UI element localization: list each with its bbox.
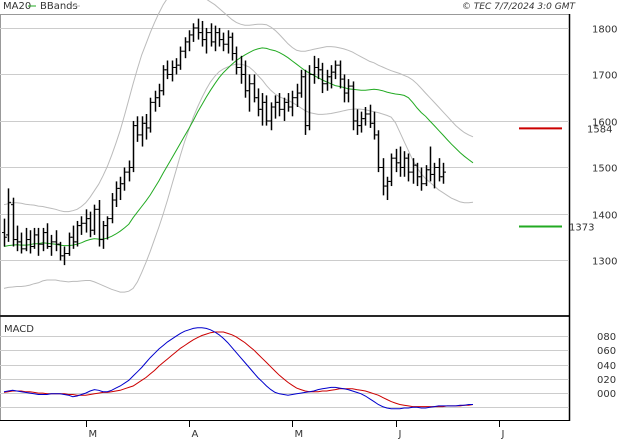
x-axis-month-label: J <box>501 429 505 440</box>
price-tick-label: 1400 <box>592 211 617 222</box>
support-level-label: 1373 <box>569 223 594 234</box>
price-panel-frame <box>0 14 570 316</box>
stock-chart: 130014001500160017001800 15841373 000020… <box>0 0 617 440</box>
macd-panel-title: MACD <box>4 324 34 335</box>
source-timestamp: © TEC 7/7/2024 3:0 GMT <box>462 2 577 12</box>
price-tick-label: 1800 <box>592 25 617 36</box>
x-axis-month-label: M <box>89 429 98 440</box>
macd-panel-frame <box>0 316 570 421</box>
legend-ma20: MA20 <box>3 1 31 12</box>
price-tick-label: 1700 <box>592 71 617 82</box>
x-axis-month-label: M <box>295 429 304 440</box>
price-tick-label: 1300 <box>592 257 617 268</box>
price-tick-label: 1500 <box>592 164 617 175</box>
macd-tick-label: 040 <box>597 361 616 372</box>
macd-tick-label: 020 <box>597 375 616 386</box>
macd-tick-label: 080 <box>597 332 616 343</box>
price-tick-labels: 130014001500160017001800 <box>592 25 617 268</box>
macd-tick-label: 000 <box>597 389 616 400</box>
macd-tick-labels: 000 020 040 060 080 <box>597 332 616 400</box>
x-axis-month-labels: MAMJJ <box>86 421 505 440</box>
x-axis-month-label: J <box>398 429 402 440</box>
resistance-level-label: 1584 <box>587 124 612 135</box>
x-axis-month-label: A <box>192 429 199 440</box>
macd-tick-label: 060 <box>597 346 616 357</box>
